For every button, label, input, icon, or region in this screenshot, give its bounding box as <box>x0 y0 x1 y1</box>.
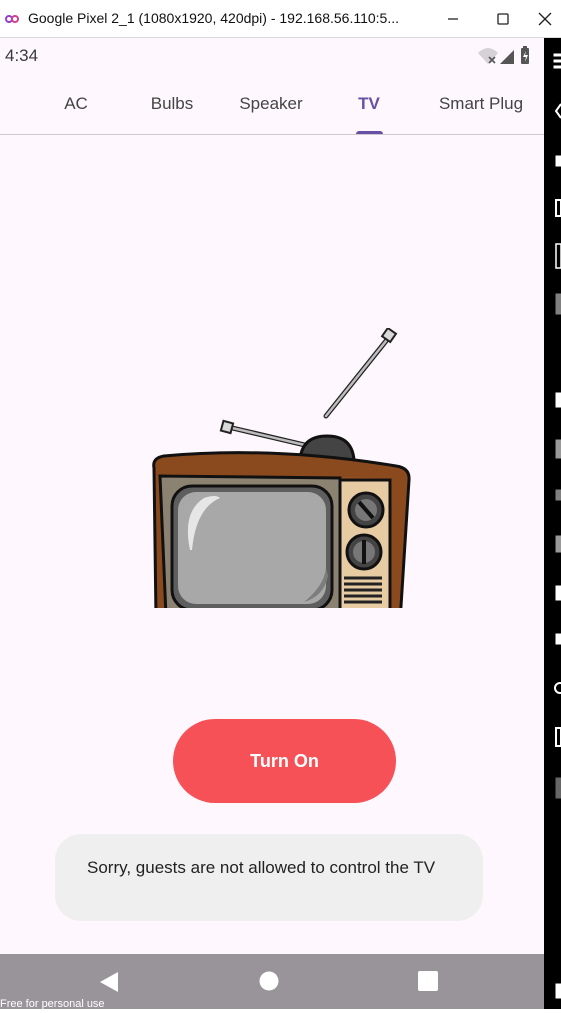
tab-bulbs[interactable]: Bulbs <box>151 74 194 134</box>
volume-icon[interactable] <box>555 199 561 217</box>
home-circle-icon[interactable] <box>258 970 280 992</box>
overview-icon[interactable] <box>555 585 561 601</box>
turn-on-button[interactable]: Turn On <box>173 719 396 803</box>
toast-message: Sorry, guests are not allowed to control… <box>87 858 436 877</box>
home-button-icon[interactable] <box>554 682 561 694</box>
emulator-title-bar: Google Pixel 2_1 (1080x1920, 420dpi) - 1… <box>0 0 561 38</box>
tab-tv[interactable]: TV <box>358 74 380 134</box>
minimize-icon[interactable] <box>440 6 466 32</box>
back-arrow-icon[interactable] <box>555 633 561 645</box>
menu-icon[interactable] <box>553 53 561 57</box>
emulator-side-toolbar <box>544 38 561 1009</box>
maximize-icon[interactable] <box>490 6 516 32</box>
active-tab-indicator <box>356 131 383 134</box>
back-icon[interactable] <box>555 489 561 501</box>
retro-tv-icon <box>152 328 411 608</box>
rotate-icon[interactable] <box>555 243 561 269</box>
status-bar: 4:34 <box>0 38 544 74</box>
collapse-icon[interactable] <box>554 103 561 119</box>
back-triangle-icon[interactable] <box>98 970 120 994</box>
recents-square-icon[interactable] <box>417 970 439 992</box>
status-icons <box>478 46 529 64</box>
zoom-icon[interactable] <box>555 439 561 459</box>
guest-restriction-toast: Sorry, guests are not allowed to control… <box>55 834 483 921</box>
wifi-icon <box>478 48 498 64</box>
watermark: Free for personal use <box>0 998 105 1010</box>
recents-icon[interactable] <box>555 727 561 747</box>
settings-icon[interactable] <box>555 983 561 999</box>
power-icon[interactable] <box>555 155 561 167</box>
home-icon[interactable] <box>555 535 561 553</box>
tab-ac[interactable]: AC <box>64 74 88 134</box>
signal-icon <box>500 50 514 64</box>
phone-screen: 4:34 AC Bulbs Speaker TV Smart Plug Turn… <box>0 38 544 954</box>
tab-speaker[interactable]: Speaker <box>239 74 302 134</box>
rotate-right-icon[interactable] <box>555 293 561 315</box>
status-time: 4:34 <box>5 46 39 65</box>
infinity-icon <box>5 15 19 23</box>
tab-smart-plug[interactable]: Smart Plug <box>439 74 523 134</box>
more-icon[interactable] <box>555 777 561 799</box>
toolbar-icons <box>553 53 561 999</box>
window-title: Google Pixel 2_1 (1080x1920, 420dpi) - 1… <box>28 10 400 26</box>
device-tabs: AC Bulbs Speaker TV Smart Plug <box>0 74 544 135</box>
camera-icon[interactable] <box>555 392 561 408</box>
battery-icon <box>521 46 529 64</box>
close-icon[interactable] <box>532 6 558 32</box>
